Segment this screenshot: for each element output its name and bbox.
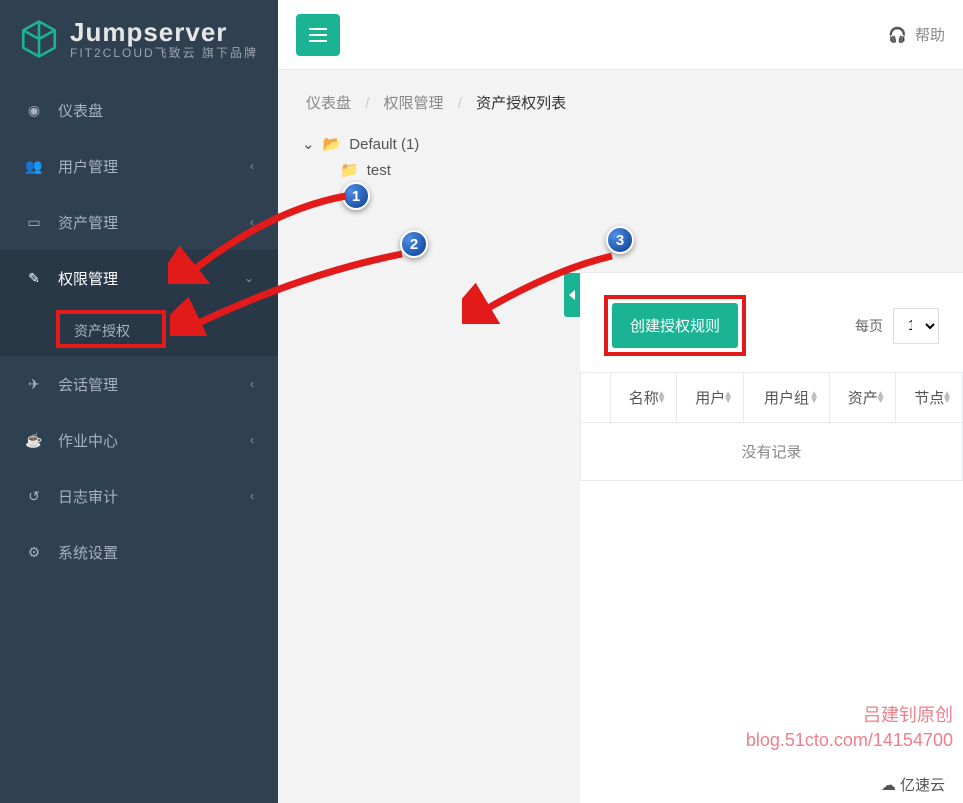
- breadcrumb: 仪表盘 / 权限管理 / 资产授权列表: [278, 70, 963, 123]
- chevron-down-icon: ⌄: [244, 271, 254, 285]
- sort-icon: ▲▼: [723, 392, 733, 404]
- tree-child[interactable]: 📁 test: [298, 157, 943, 183]
- dashboard-icon: ◉: [24, 102, 44, 119]
- annotation-badge-3: 3: [606, 226, 634, 254]
- chevron-left-icon: ‹: [250, 215, 254, 229]
- brand-name: Jumpserver: [70, 18, 258, 47]
- nav-users[interactable]: 👥用户管理‹: [0, 138, 278, 194]
- coffee-icon: ☕: [24, 432, 44, 449]
- nav-sessions[interactable]: ✈会话管理‹: [0, 356, 278, 412]
- breadcrumb-current: 资产授权列表: [476, 95, 566, 112]
- edit-icon: ✎: [24, 270, 44, 287]
- nav-dashboard[interactable]: ◉仪表盘: [0, 82, 278, 138]
- sort-icon: ▲▼: [876, 392, 886, 404]
- sort-icon: ▲▼: [809, 392, 819, 404]
- per-page-select[interactable]: 15: [893, 308, 939, 344]
- annotation-badge-2: 2: [400, 230, 428, 258]
- content: 🎧 帮助 仪表盘 / 权限管理 / 资产授权列表 ⌄ 📂 Default (1)…: [278, 0, 963, 803]
- cogs-icon: ⚙: [24, 544, 44, 561]
- sidebar: Jumpserver FIT2CLOUD飞致云 旗下品牌 ◉仪表盘 👥用户管理‹…: [0, 0, 278, 803]
- asset-tree: ⌄ 📂 Default (1) 📁 test: [278, 123, 963, 191]
- annotation-badge-1: 1: [342, 182, 370, 210]
- caret-down-icon: ⌄: [302, 135, 315, 153]
- col-user[interactable]: 用户▲▼: [677, 373, 743, 423]
- chevron-left-icon: ‹: [250, 377, 254, 391]
- per-page-label: 每页: [855, 316, 883, 336]
- cloud-icon: ☁: [881, 776, 896, 794]
- chevron-left-icon: ‹: [250, 489, 254, 503]
- rules-table: 名称▲▼ 用户▲▼ 用户组▲▼ 资产▲▼ 节点▲▼ 没有记录: [580, 372, 963, 481]
- chevron-left-icon: ‹: [250, 159, 254, 173]
- folder-icon: 📁: [340, 161, 359, 179]
- chevron-left-icon: ‹: [250, 433, 254, 447]
- col-node[interactable]: 节点▲▼: [896, 373, 963, 423]
- nav: ◉仪表盘 👥用户管理‹ ▭资产管理‹ ✎权限管理⌄ 资产授权 ✈会话管理‹ ☕作…: [0, 82, 278, 580]
- sort-icon: ▲▼: [942, 392, 952, 404]
- brand-subtitle: FIT2CLOUD飞致云 旗下品牌: [70, 47, 258, 60]
- create-rule-button[interactable]: 创建授权规则: [612, 303, 738, 348]
- logo-icon: [18, 18, 60, 60]
- logo: Jumpserver FIT2CLOUD飞致云 旗下品牌: [0, 0, 278, 78]
- history-icon: ↺: [24, 488, 44, 505]
- col-asset[interactable]: 资产▲▼: [830, 373, 896, 423]
- toggle-sidebar-button[interactable]: [296, 14, 340, 56]
- table-empty: 没有记录: [581, 423, 963, 481]
- per-page: 每页 15: [855, 308, 939, 344]
- breadcrumb-item[interactable]: 权限管理: [384, 95, 444, 112]
- nav-perms-sub: 资产授权: [0, 306, 278, 356]
- nav-jobs[interactable]: ☕作业中心‹: [0, 412, 278, 468]
- help-link[interactable]: 帮助: [915, 24, 945, 45]
- users-icon: 👥: [24, 158, 44, 175]
- watermark: 吕建钊原创 blog.51cto.com/14154700: [746, 703, 953, 753]
- collapse-tree-handle[interactable]: [564, 273, 580, 317]
- annotation-box-3: 创建授权规则: [604, 295, 746, 356]
- nav-sub-asset-auth[interactable]: 资产授权: [0, 306, 278, 356]
- folder-open-icon: 📂: [323, 135, 342, 153]
- col-usergroup[interactable]: 用户组▲▼: [743, 373, 829, 423]
- support-icon: 🎧: [888, 26, 907, 44]
- col-name[interactable]: 名称▲▼: [611, 373, 677, 423]
- panel-toolbar: 创建授权规则 每页 15: [580, 273, 963, 366]
- footer-brand: ☁ 亿速云: [871, 772, 955, 797]
- col-checkbox[interactable]: [581, 373, 611, 423]
- nav-perms[interactable]: ✎权限管理⌄: [0, 250, 278, 306]
- sort-icon: ▲▼: [657, 392, 667, 404]
- nav-settings[interactable]: ⚙系统设置: [0, 524, 278, 580]
- breadcrumb-item[interactable]: 仪表盘: [306, 95, 351, 112]
- topbar: 🎧 帮助: [278, 0, 963, 70]
- nav-assets[interactable]: ▭资产管理‹: [0, 194, 278, 250]
- rocket-icon: ✈: [24, 376, 44, 393]
- tree-root[interactable]: ⌄ 📂 Default (1): [298, 131, 943, 157]
- nav-audit[interactable]: ↺日志审计‹: [0, 468, 278, 524]
- inbox-icon: ▭: [24, 214, 44, 231]
